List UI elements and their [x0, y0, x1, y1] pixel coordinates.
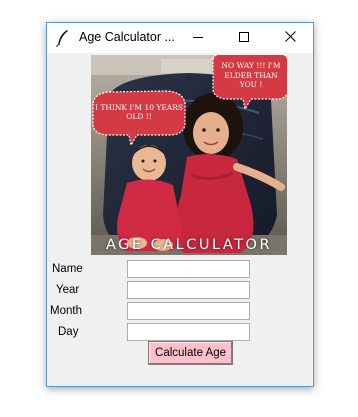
title-bar[interactable]: Age Calculator ... [47, 23, 313, 53]
maximize-icon [239, 29, 249, 47]
left-bubble-text: I THINK I'M 10 YEARS OLD !! [94, 103, 184, 121]
minimize-icon [193, 29, 203, 47]
calculate-age-button[interactable]: Calculate Age [148, 341, 233, 365]
month-input[interactable] [127, 302, 250, 320]
app-window: Age Calculator ... I THINK I'M 10 YEARS … [46, 22, 314, 387]
year-label: Year [56, 284, 80, 296]
banner-image: I THINK I'M 10 YEARS OLD !! NO WAY !!! I… [91, 55, 287, 255]
window-title: Age Calculator ... [79, 30, 175, 44]
minimize-button[interactable] [175, 23, 221, 53]
feather-icon [55, 29, 71, 47]
banner-caption: AGE CALCULATOR [105, 237, 273, 253]
day-label: Day [58, 326, 79, 338]
month-label: Month [50, 305, 82, 317]
right-bubble-line1: NO WAY !!! I'M [221, 61, 281, 70]
name-label: Name [52, 263, 83, 275]
close-button[interactable] [267, 23, 313, 53]
day-input[interactable] [127, 323, 250, 341]
year-input[interactable] [127, 281, 250, 299]
close-icon [284, 29, 296, 47]
right-bubble-line2: ELDER THAN YOU ! [224, 71, 278, 89]
name-input[interactable] [127, 260, 250, 278]
maximize-button[interactable] [221, 23, 267, 53]
